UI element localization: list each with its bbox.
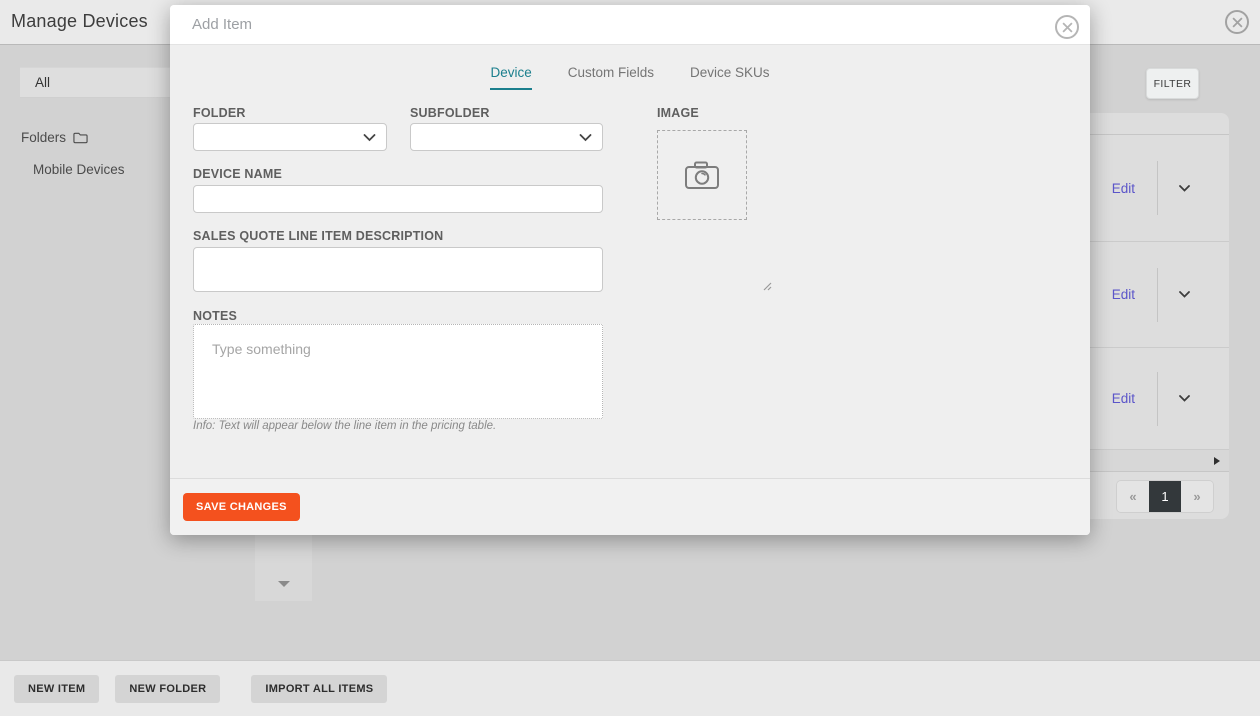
triangle-down-icon (278, 581, 290, 587)
chevron-down-icon (579, 134, 592, 142)
subfolder-select[interactable] (410, 123, 603, 151)
edit-link[interactable]: Edit (1112, 181, 1135, 196)
modal-close-icon[interactable] (1055, 15, 1079, 39)
modal-title: Add Item (192, 16, 252, 33)
chevron-down-icon[interactable] (1179, 185, 1190, 192)
divider (1157, 161, 1158, 215)
device-name-input[interactable] (193, 185, 603, 213)
sidebar-item-mobile-devices[interactable]: Mobile Devices (33, 162, 125, 177)
scroll-right-icon[interactable] (1214, 457, 1220, 465)
subfolder-label: SUBFOLDER (410, 106, 490, 120)
notes-textarea[interactable] (193, 324, 603, 419)
import-all-items-button[interactable]: IMPORT ALL ITEMS (251, 675, 387, 703)
pagination-current-page[interactable]: 1 (1149, 481, 1181, 512)
tab-custom-fields[interactable]: Custom Fields (568, 65, 654, 90)
sales-quote-textarea[interactable] (193, 247, 603, 292)
divider (1157, 372, 1158, 426)
sidebar-item-all-label: All (35, 75, 50, 90)
folder-select[interactable] (193, 123, 387, 151)
tab-device-skus[interactable]: Device SKUs (690, 65, 770, 90)
image-label: IMAGE (657, 106, 699, 120)
chevron-down-icon[interactable] (1179, 291, 1190, 298)
chevron-down-icon (363, 134, 376, 142)
edit-link[interactable]: Edit (1112, 391, 1135, 406)
notes-label: NOTES (193, 309, 237, 323)
modal-tabs: Device Custom Fields Device SKUs (170, 65, 1090, 90)
notes-info-text: Info: Text will appear below the line it… (193, 420, 496, 432)
resize-handle-icon[interactable] (762, 281, 772, 291)
filter-button[interactable]: FILTER (1146, 68, 1199, 99)
modal-header: Add Item (170, 5, 1090, 45)
dropdown-remnant (255, 535, 312, 601)
sales-quote-label: SALES QUOTE LINE ITEM DESCRIPTION (193, 229, 443, 243)
tab-device[interactable]: Device (490, 65, 531, 90)
folder-icon (73, 131, 88, 144)
camera-icon (684, 160, 720, 190)
sidebar-folders-header: Folders (21, 130, 88, 145)
save-changes-button[interactable]: SAVE CHANGES (183, 493, 300, 521)
pagination-next-button[interactable]: » (1181, 481, 1213, 512)
device-name-label: DEVICE NAME (193, 167, 282, 181)
modal-footer: SAVE CHANGES (170, 478, 1090, 535)
new-item-button[interactable]: NEW ITEM (14, 675, 99, 703)
image-upload-dropzone[interactable] (657, 130, 747, 220)
bottom-action-bar: NEW ITEM NEW FOLDER IMPORT ALL ITEMS (0, 660, 1260, 716)
divider (1157, 268, 1158, 322)
add-item-modal: Add Item Device Custom Fields Device SKU… (170, 5, 1090, 535)
page-title: Manage Devices (11, 11, 148, 32)
pagination-prev-button[interactable]: « (1117, 481, 1149, 512)
pagination: « 1 » (1117, 481, 1213, 512)
folder-label: FOLDER (193, 106, 246, 120)
folders-label: Folders (21, 130, 66, 145)
new-folder-button[interactable]: NEW FOLDER (115, 675, 220, 703)
edit-link[interactable]: Edit (1112, 287, 1135, 302)
chevron-down-icon[interactable] (1179, 395, 1190, 402)
page-close-icon[interactable] (1225, 10, 1249, 34)
